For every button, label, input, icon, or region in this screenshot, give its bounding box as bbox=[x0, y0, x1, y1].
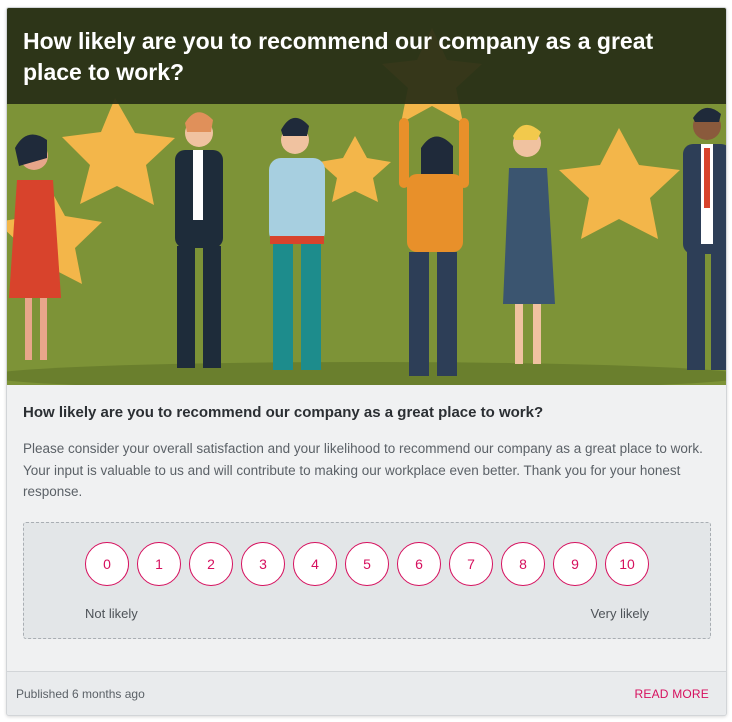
nps-option-5[interactable]: 5 bbox=[345, 542, 389, 586]
nps-option-1[interactable]: 1 bbox=[137, 542, 181, 586]
nps-options: 0 1 2 3 4 5 6 7 8 9 10 bbox=[85, 542, 649, 586]
published-timestamp: Published 6 months ago bbox=[16, 687, 145, 701]
nps-option-3[interactable]: 3 bbox=[241, 542, 285, 586]
read-more-link[interactable]: READ MORE bbox=[635, 687, 709, 701]
scale-max-label: Very likely bbox=[590, 606, 649, 621]
nps-option-7[interactable]: 7 bbox=[449, 542, 493, 586]
hero-image: How likely are you to recommend our comp… bbox=[7, 8, 726, 385]
nps-option-8[interactable]: 8 bbox=[501, 542, 545, 586]
nps-option-0[interactable]: 0 bbox=[85, 542, 129, 586]
nps-option-10[interactable]: 10 bbox=[605, 542, 649, 586]
card-footer: Published 6 months ago READ MORE bbox=[7, 671, 726, 715]
scale-min-label: Not likely bbox=[85, 606, 138, 621]
question-description: Please consider your overall satisfactio… bbox=[23, 441, 703, 499]
question-body: How likely are you to recommend our comp… bbox=[23, 404, 713, 503]
survey-card: How likely are you to recommend our comp… bbox=[6, 7, 727, 716]
nps-scale: 0 1 2 3 4 5 6 7 8 9 10 Not likely Very l… bbox=[23, 522, 711, 639]
nps-option-2[interactable]: 2 bbox=[189, 542, 233, 586]
nps-option-6[interactable]: 6 bbox=[397, 542, 441, 586]
hero-title: How likely are you to recommend our comp… bbox=[7, 8, 726, 104]
question-title: How likely are you to recommend our comp… bbox=[23, 404, 544, 421]
nps-option-9[interactable]: 9 bbox=[553, 542, 597, 586]
nps-option-4[interactable]: 4 bbox=[293, 542, 337, 586]
